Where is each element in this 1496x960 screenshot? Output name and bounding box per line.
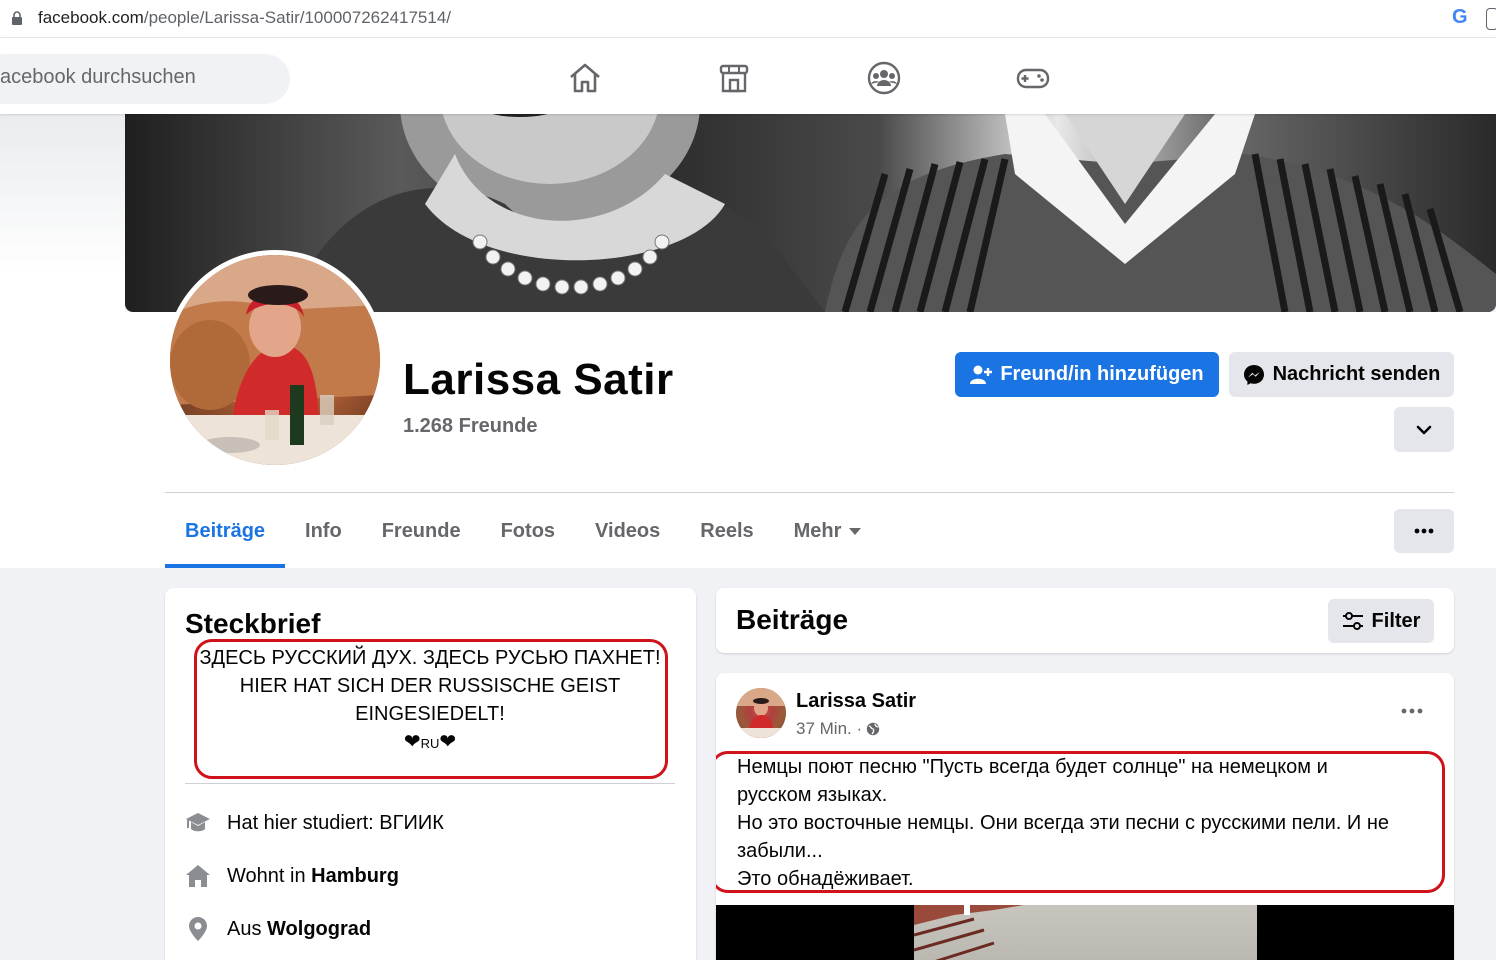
intro-title: Steckbrief <box>185 608 321 639</box>
ellipsis-icon <box>1401 708 1423 714</box>
home-icon[interactable] <box>567 60 603 96</box>
add-friend-button[interactable]: Freund/in hinzufügen <box>955 352 1219 397</box>
post-text-line: русском языках. <box>737 784 888 806</box>
intro-card: Steckbrief ЗДЕСЬ РУССКИЙ ДУХ. ЗДЕСЬ РУСЬ… <box>165 588 696 960</box>
chevron-down-icon <box>1416 425 1432 434</box>
filter-sliders-icon <box>1342 612 1363 630</box>
filter-button[interactable]: Filter <box>1328 599 1434 643</box>
lives-text: Wohnt in Hamburg <box>227 865 399 888</box>
post-options-button[interactable] <box>1392 697 1432 725</box>
posts-header-card: Beiträge Filter <box>716 588 1454 653</box>
post-video[interactable] <box>716 905 1454 960</box>
tab-mehr[interactable]: Mehr <box>774 505 882 568</box>
extension-icon[interactable] <box>1486 8 1496 30</box>
profile-avatar[interactable] <box>170 255 380 465</box>
from-text: Aus Wolgograd <box>227 918 371 941</box>
filter-label: Filter <box>1371 609 1421 632</box>
send-message-label: Nachricht senden <box>1272 363 1441 385</box>
more-options-button[interactable] <box>1394 509 1454 553</box>
bio-line: EINGESIEDELT! <box>355 703 505 725</box>
tab-label: Reels <box>700 520 754 542</box>
tab-videos[interactable]: Videos <box>575 505 680 568</box>
education-text: Hat hier studiert: ВГИИК <box>227 812 444 835</box>
from-value[interactable]: Wolgograd <box>267 918 371 940</box>
lives-prefix: Wohnt in <box>227 864 312 887</box>
intro-education: Hat hier studiert: ВГИИК <box>185 810 444 836</box>
intro-divider <box>185 783 675 784</box>
left-background <box>0 114 125 568</box>
url-path: /people/Larissa-Satir/100007262417514/ <box>143 8 452 27</box>
post-text-line: забыли... <box>737 840 823 862</box>
intro-lives: Wohnt in Hamburg <box>185 863 399 889</box>
tab-label: Videos <box>595 520 661 542</box>
bio-line: ❤RU❤ <box>195 728 665 758</box>
gaming-icon[interactable] <box>1015 60 1051 96</box>
tab-label: Info <box>305 520 342 542</box>
post-meta: 37 Min. · <box>796 719 880 739</box>
bio-line: ЗДЕСЬ РУССКИЙ ДУХ. ЗДЕСЬ РУСЬЮ ПАХНЕТ! <box>199 647 661 669</box>
location-pin-icon <box>189 917 207 941</box>
education-value[interactable]: ВГИИК <box>379 812 444 834</box>
profile-name: Larissa Satir <box>403 355 674 404</box>
post-text-line: Немцы поют песню "Пусть всегда будет сол… <box>737 756 1328 778</box>
bio-text: ЗДЕСЬ РУССКИЙ ДУХ. ЗДЕСЬ РУСЬЮ ПАХНЕТ! H… <box>195 644 665 758</box>
google-icon[interactable]: G <box>1452 6 1468 29</box>
header-divider <box>165 492 1454 493</box>
tab-freunde[interactable]: Freunde <box>362 505 481 568</box>
profile-options-dropdown[interactable] <box>1394 407 1454 452</box>
tab-label: Fotos <box>500 520 556 542</box>
lives-value[interactable]: Hamburg <box>311 865 399 887</box>
tab-fotos[interactable]: Fotos <box>481 505 575 568</box>
post-text: Немцы поют песню "Пусть всегда будет сол… <box>737 753 1437 893</box>
lock-icon <box>12 11 22 25</box>
post-text-line: Это обнадёживает. <box>737 868 914 890</box>
from-prefix: Aus <box>227 917 268 940</box>
search-placeholder: acebook durchsuchen <box>0 66 196 88</box>
tab-label: Freunde <box>381 520 461 542</box>
post-text-line: Но это восточные немцы. Они всегда эти п… <box>737 812 1389 834</box>
friends-count[interactable]: 1.268 Freunde <box>403 415 538 438</box>
profile-tabs: Beiträge Info Freunde Fotos Videos Reels… <box>165 505 881 568</box>
home-icon <box>186 865 210 887</box>
bio-line: HIER HAT SICH DER RUSSISCHE GEIST <box>239 675 621 697</box>
add-friend-label: Freund/in hinzufügen <box>1000 363 1204 385</box>
marketplace-icon[interactable] <box>716 60 752 96</box>
tab-info[interactable]: Info <box>285 505 362 568</box>
ellipsis-icon <box>1414 528 1434 534</box>
groups-icon[interactable] <box>866 60 902 96</box>
post-card: Larissa Satir 37 Min. · Немцы поют песню… <box>716 673 1454 960</box>
add-friend-icon <box>970 365 993 384</box>
facebook-top-nav: acebook durchsuchen <box>0 38 1496 114</box>
tab-beitraege[interactable]: Beiträge <box>165 505 286 568</box>
education-prefix: Hat hier studiert: <box>227 811 380 834</box>
bio-ru: RU <box>420 736 440 751</box>
caret-down-icon <box>849 528 862 535</box>
search-field[interactable]: acebook durchsuchen <box>0 54 290 104</box>
globe-icon <box>866 722 880 736</box>
url-domain: facebook.com <box>38 8 144 27</box>
graduation-cap-icon <box>186 813 210 832</box>
intro-from: Aus Wolgograd <box>185 916 371 942</box>
tab-reels[interactable]: Reels <box>680 505 773 568</box>
tab-label: Mehr <box>793 520 842 542</box>
post-video-frame <box>914 905 1257 960</box>
post-author-name[interactable]: Larissa Satir <box>796 690 916 713</box>
tab-label: Beiträge <box>185 520 266 542</box>
posts-title: Beiträge <box>736 604 849 635</box>
url-text[interactable]: facebook.com/people/Larissa-Satir/100007… <box>38 8 451 28</box>
send-message-button[interactable]: Nachricht senden <box>1229 352 1454 397</box>
messenger-icon <box>1243 364 1264 385</box>
heart-icon: ❤ <box>403 731 421 753</box>
post-author-avatar[interactable] <box>736 688 786 738</box>
browser-address-bar[interactable]: facebook.com/people/Larissa-Satir/100007… <box>0 0 1496 38</box>
post-time[interactable]: 37 Min. · <box>796 719 862 739</box>
heart-icon: ❤ <box>439 731 457 753</box>
